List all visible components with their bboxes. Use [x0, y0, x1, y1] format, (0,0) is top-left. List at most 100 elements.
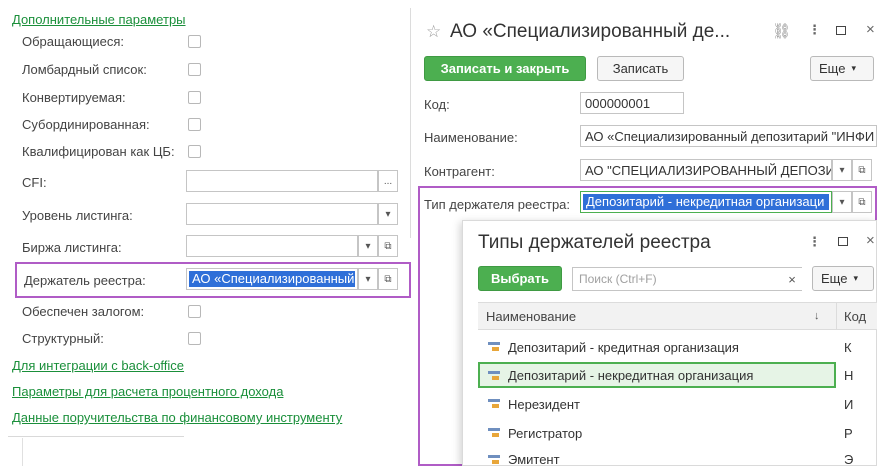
popup-title: Типы держателей реестра: [478, 232, 711, 253]
row-name: Эмитент: [508, 452, 560, 466]
select-button[interactable]: Выбрать: [478, 266, 562, 291]
holder-type-open-button[interactable]: ⧉: [852, 191, 872, 213]
table-row-selected[interactable]: Депозитарий - некредитная организация: [478, 362, 836, 388]
exchange-open-button[interactable]: ⧉: [378, 235, 398, 257]
cfi-select-button[interactable]: ...: [378, 170, 398, 192]
holder-type-value: Депозитарий - некредитная организаци: [583, 194, 829, 210]
structured-label: Структурный:: [22, 331, 104, 346]
cfi-label: CFI:: [22, 175, 47, 190]
qualified-checkbox[interactable]: [188, 145, 201, 158]
clear-search-icon[interactable]: ×: [782, 268, 802, 290]
table-row[interactable]: Депозитарий - кредитная организация К: [478, 334, 877, 360]
row-code: Р: [844, 425, 853, 441]
divider: [8, 436, 184, 437]
maximize-icon[interactable]: [838, 237, 848, 246]
row-name: Депозитарий - кредитная организация: [508, 339, 739, 355]
cfi-input[interactable]: [186, 170, 378, 192]
col-name-header[interactable]: Наименование: [486, 309, 576, 324]
row-code: Н: [844, 368, 854, 383]
tag-icon: [488, 371, 502, 380]
registry-holder-dropdown[interactable]: ▾: [358, 268, 378, 290]
tag-icon: [488, 342, 502, 351]
star-icon[interactable]: ☆: [426, 22, 441, 42]
collateral-checkbox[interactable]: [188, 305, 201, 318]
link-icon[interactable]: ⛓: [772, 22, 791, 40]
row-code: И: [844, 396, 854, 412]
row-name: Нерезидент: [508, 396, 580, 412]
code-label: Код:: [424, 97, 450, 112]
listing-level-label: Уровень листинга:: [22, 208, 133, 223]
contractor-dropdown[interactable]: ▾: [832, 159, 852, 181]
more-vertical-icon[interactable]: ⋮: [808, 22, 821, 38]
subordinated-label: Субординированная:: [22, 117, 150, 132]
guarantee-data-link[interactable]: Данные поручительства по финансовому инс…: [12, 410, 342, 425]
collateral-label: Обеспечен залогом:: [22, 304, 145, 319]
sort-down-icon[interactable]: ↓: [814, 310, 820, 322]
table-header: Наименование ↓ Код: [478, 302, 877, 330]
table-row[interactable]: Эмитент Э: [478, 447, 877, 466]
col-code-header[interactable]: Код: [844, 309, 866, 324]
open-icon: ⧉: [858, 164, 866, 176]
chevron-down-icon: ▾: [839, 196, 845, 208]
search-placeholder: Поиск (Ctrl+F): [579, 272, 657, 286]
registry-holder-label: Держатель реестра:: [24, 273, 146, 288]
row-code: Э: [844, 452, 854, 466]
listing-level-dropdown[interactable]: ▾: [378, 203, 398, 225]
registry-holder-value: АО «Специализированный: [189, 271, 355, 287]
convertible-checkbox[interactable]: [188, 91, 201, 104]
name-input[interactable]: АО «Специализированный депозитарий "ИНФИ: [580, 125, 877, 147]
open-icon: ⧉: [384, 273, 392, 285]
circulating-label: Обращающиеся:: [22, 34, 125, 49]
more-label: Еще: [819, 61, 846, 76]
lombard-list-checkbox[interactable]: [188, 63, 201, 76]
search-input[interactable]: Поиск (Ctrl+F): [572, 267, 802, 291]
chevron-down-icon: ▾: [851, 63, 856, 73]
tag-icon: [488, 399, 502, 408]
ellipsis-icon: ...: [383, 175, 393, 187]
close-icon[interactable]: ×: [866, 21, 875, 38]
table-row[interactable]: Нерезидент И: [478, 391, 877, 417]
popup-more-label: Еще: [821, 271, 848, 286]
save-and-close-button[interactable]: Записать и закрыть: [424, 56, 586, 81]
qualified-label: Квалифицирован как ЦБ:: [22, 144, 175, 159]
close-icon[interactable]: ×: [866, 232, 875, 249]
holder-type-dropdown[interactable]: ▾: [832, 191, 852, 213]
tag-icon: [488, 428, 502, 437]
more-vertical-icon[interactable]: ⋮: [808, 234, 821, 250]
holder-type-label: Тип держателя реестра:: [424, 197, 571, 212]
additional-params-link[interactable]: Дополнительные параметры: [12, 12, 186, 27]
chevron-down-icon: ▾: [365, 273, 371, 285]
open-icon: ⧉: [858, 196, 866, 208]
open-icon: ⧉: [384, 240, 392, 252]
divider: [22, 438, 23, 466]
form-title: АО «Специализированный де...: [450, 21, 731, 42]
contractor-input[interactable]: АО "СПЕЦИАЛИЗИРОВАННЫЙ ДЕПОЗИ: [580, 159, 832, 181]
save-button[interactable]: Записать: [597, 56, 684, 81]
lombard-list-label: Ломбардный список:: [22, 62, 147, 77]
table-row[interactable]: Регистратор Р: [478, 420, 877, 446]
backoffice-integration-link[interactable]: Для интеграции с back-office: [12, 358, 184, 373]
registry-holder-input[interactable]: АО «Специализированный: [186, 268, 358, 290]
convertible-label: Конвертируемая:: [22, 90, 126, 105]
maximize-icon[interactable]: [836, 26, 846, 35]
contractor-open-button[interactable]: ⧉: [852, 159, 872, 181]
chevron-down-icon: ▾: [365, 240, 371, 252]
registry-holder-open-button[interactable]: ⧉: [378, 268, 398, 290]
code-input[interactable]: 000000001: [580, 92, 684, 114]
name-label: Наименование:: [424, 130, 518, 145]
circulating-checkbox[interactable]: [188, 35, 201, 48]
holder-type-input[interactable]: Депозитарий - некредитная организаци: [580, 191, 832, 213]
exchange-input[interactable]: [186, 235, 358, 257]
chevron-down-icon: ▾: [839, 164, 845, 176]
row-name: Депозитарий - некредитная организация: [508, 367, 754, 383]
row-name: Регистратор: [508, 425, 583, 441]
chevron-down-icon: ▾: [853, 273, 858, 283]
listing-level-input[interactable]: [186, 203, 378, 225]
interest-income-params-link[interactable]: Параметры для расчета процентного дохода: [12, 384, 283, 399]
popup-more-button[interactable]: Еще ▾: [812, 266, 874, 291]
exchange-dropdown[interactable]: ▾: [358, 235, 378, 257]
structured-checkbox[interactable]: [188, 332, 201, 345]
more-button[interactable]: Еще ▾: [810, 56, 874, 81]
exchange-label: Биржа листинга:: [22, 240, 122, 255]
subordinated-checkbox[interactable]: [188, 118, 201, 131]
